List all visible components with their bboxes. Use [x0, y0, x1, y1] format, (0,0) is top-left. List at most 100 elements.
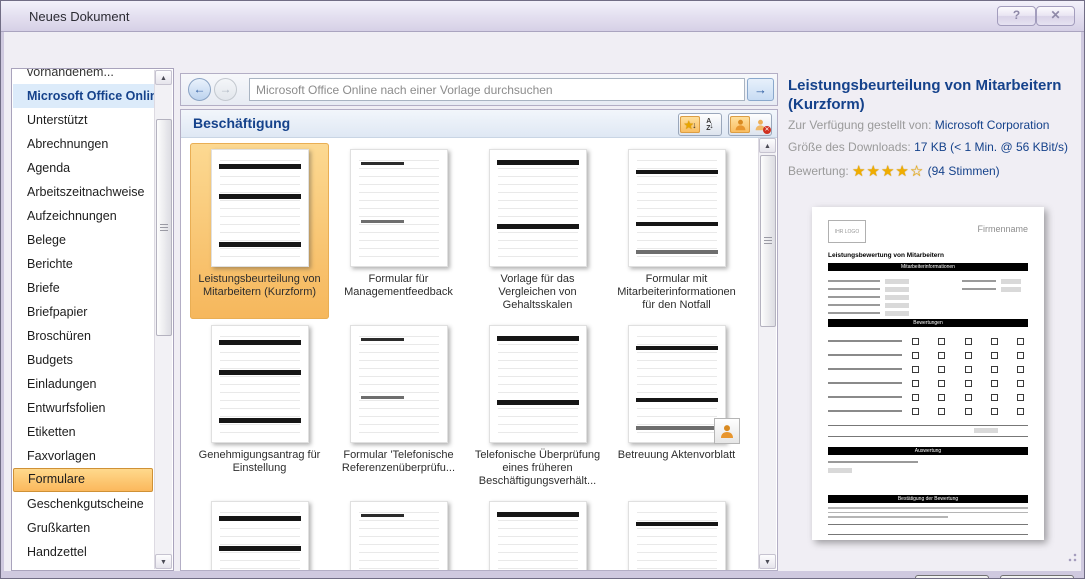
- document-page-preview: [488, 501, 587, 570]
- cancel-button[interactable]: Abbrechen: [1000, 575, 1074, 578]
- template-label: Genehmigungsantrag für Einstellung: [198, 449, 321, 474]
- template-item[interactable]: [329, 495, 468, 570]
- sidebar-item[interactable]: Geschenkgutscheine: [13, 492, 154, 516]
- sort-button-group: ★ ↓ A Z ↓: [678, 113, 722, 136]
- sidebar-item[interactable]: Aufzeichnungen: [13, 204, 154, 228]
- template-list-panel: Beschäftigung ★ ↓ A Z ↓ ✕ Leistungsbeurt…: [180, 109, 778, 571]
- template-thumbnail: [192, 322, 327, 446]
- rating-votes: (94 Stimmen): [927, 164, 1000, 178]
- sidebar-item[interactable]: Arbeitszeitnachweise: [13, 180, 154, 204]
- back-button[interactable]: ←: [188, 78, 211, 101]
- scroll-down-icon[interactable]: ▼: [759, 554, 776, 569]
- search-input[interactable]: [249, 78, 745, 101]
- template-thumbnail: [192, 146, 327, 270]
- template-item[interactable]: Vorlage für das Vergleichen von Gehaltss…: [468, 143, 607, 319]
- search-go-button[interactable]: →: [747, 78, 774, 101]
- sort-alphabetical-button[interactable]: A Z ↓: [700, 116, 720, 133]
- preview-section-header: Mitarbeiterinformationen: [828, 263, 1028, 271]
- sidebar-item[interactable]: Briefe: [13, 276, 154, 300]
- search-bar: ← → →: [180, 73, 778, 106]
- template-label: Betreuung Aktenvorblatt: [617, 449, 736, 461]
- template-item[interactable]: Leistungsbeurteilung von Mitarbeitern (K…: [190, 143, 329, 319]
- template-item[interactable]: [607, 495, 746, 570]
- sidebar-item[interactable]: vorhandenem...: [13, 69, 154, 84]
- sort-by-rating-button[interactable]: ★ ↓: [680, 116, 700, 133]
- rating-line: Bewertung: ★★★★☆ (94 Stimmen): [788, 162, 1000, 180]
- preview-field-rows: [828, 277, 953, 317]
- close-button[interactable]: ✕: [1036, 6, 1075, 26]
- show-community-templates-button[interactable]: [730, 116, 750, 133]
- sidebar-item[interactable]: Entwurfsfolien: [13, 396, 154, 420]
- preview-signature-line: [828, 524, 1028, 525]
- community-person-icon: [714, 418, 740, 444]
- sidebar-item[interactable]: Microsoft Office Online: [13, 84, 154, 108]
- preview-text-lines: [828, 461, 918, 478]
- preview-field-rows-right: [962, 277, 1028, 293]
- sidebar-scrollbar[interactable]: ▲ ▼: [154, 70, 172, 569]
- document-page-preview: [488, 149, 587, 267]
- new-document-dialog: Neues Dokument ? ✕ vorhandenem... Microso…: [0, 0, 1085, 579]
- template-item[interactable]: Formular 'Telefonische Referenzenüberprü…: [329, 319, 468, 495]
- sidebar-item[interactable]: Agenda: [13, 156, 154, 180]
- sidebar-item[interactable]: Abrechnungen: [13, 132, 154, 156]
- dialog-content: vorhandenem... Microsoft Office Online Unt…: [4, 32, 1081, 578]
- hide-community-templates-button[interactable]: ✕: [750, 116, 771, 134]
- sidebar-item[interactable]: Faxvorlagen: [13, 444, 154, 468]
- template-label: Leistungsbeurteilung von Mitarbeitern (K…: [198, 273, 321, 298]
- scroll-up-icon[interactable]: ▲: [759, 138, 776, 153]
- help-button[interactable]: ?: [997, 6, 1036, 26]
- forward-button[interactable]: →: [214, 78, 237, 101]
- sidebar-item[interactable]: Einladungen: [13, 372, 154, 396]
- preview-section-header: Auswertung: [828, 447, 1028, 455]
- document-page-preview: [488, 325, 587, 443]
- template-label: Telefonische Überprüfung eines früheren …: [474, 449, 601, 487]
- resize-grip[interactable]: [1065, 550, 1077, 562]
- category-header: Beschäftigung ★ ↓ A Z ↓ ✕: [181, 110, 777, 138]
- template-item[interactable]: Formular für Managementfeedback: [329, 143, 468, 319]
- template-item[interactable]: [468, 495, 607, 570]
- back-arrow-icon: ←: [193, 82, 206, 96]
- scroll-down-icon[interactable]: ▼: [155, 554, 172, 569]
- template-thumbnail: [470, 322, 605, 446]
- forward-arrow-icon: →: [219, 82, 232, 96]
- sidebar-item[interactable]: Grußkarten: [13, 516, 154, 540]
- document-page-preview: [349, 501, 448, 570]
- sidebar-item[interactable]: Formulare: [13, 468, 153, 492]
- sidebar-item[interactable]: Hyp: [13, 564, 154, 570]
- sidebar-item[interactable]: Handzettel: [13, 540, 154, 564]
- template-item[interactable]: [190, 495, 329, 570]
- sidebar-item[interactable]: Unterstützt: [13, 108, 154, 132]
- template-thumbnail: [331, 146, 466, 270]
- download-size-label: Größe des Downloads:: [788, 140, 911, 154]
- community-filter-group: ✕: [728, 113, 772, 136]
- preview-section-header: Bewertungen: [828, 319, 1028, 327]
- template-item[interactable]: Formular mit Mitarbeiterinformationen fü…: [607, 143, 746, 319]
- template-item[interactable]: Telefonische Überprüfung eines früheren …: [468, 319, 607, 495]
- sidebar-item[interactable]: Briefpapier: [13, 300, 154, 324]
- scroll-up-icon[interactable]: ▲: [155, 70, 172, 85]
- provided-by-value: Microsoft Corporation: [934, 118, 1050, 132]
- preview-paragraph-lines: [828, 507, 1028, 521]
- template-item[interactable]: Genehmigungsantrag für Einstellung: [190, 319, 329, 495]
- remove-x-icon: ✕: [763, 126, 771, 134]
- down-arrow-icon: ↓: [692, 119, 697, 130]
- template-thumbnail: [331, 498, 466, 570]
- sidebar-item[interactable]: Belege: [13, 228, 154, 252]
- template-thumbnail: [192, 498, 327, 570]
- template-thumbnail: [470, 498, 605, 570]
- sidebar-scrollbar-thumb[interactable]: [156, 119, 172, 336]
- download-button[interactable]: Download: [915, 575, 989, 578]
- template-item[interactable]: Betreuung Aktenvorblatt: [607, 319, 746, 495]
- preview-summary-row: [828, 425, 1028, 437]
- category-list: vorhandenem... Microsoft Office Online Unt…: [11, 68, 174, 571]
- template-thumbnail: [609, 322, 744, 446]
- preview-section-header: Bestätigung der Bewertung: [828, 495, 1028, 503]
- sidebar-item[interactable]: Broschüren: [13, 324, 154, 348]
- template-thumbnail: [609, 498, 744, 570]
- sidebar-item[interactable]: Berichte: [13, 252, 154, 276]
- sidebar-item[interactable]: Etiketten: [13, 420, 154, 444]
- template-list-scrollbar[interactable]: ▲ ▼: [758, 138, 776, 569]
- sidebar-item[interactable]: Budgets: [13, 348, 154, 372]
- provided-by-line: Zur Verfügung gestellt von: Microsoft Co…: [788, 118, 1049, 132]
- template-scrollbar-thumb[interactable]: [760, 155, 776, 327]
